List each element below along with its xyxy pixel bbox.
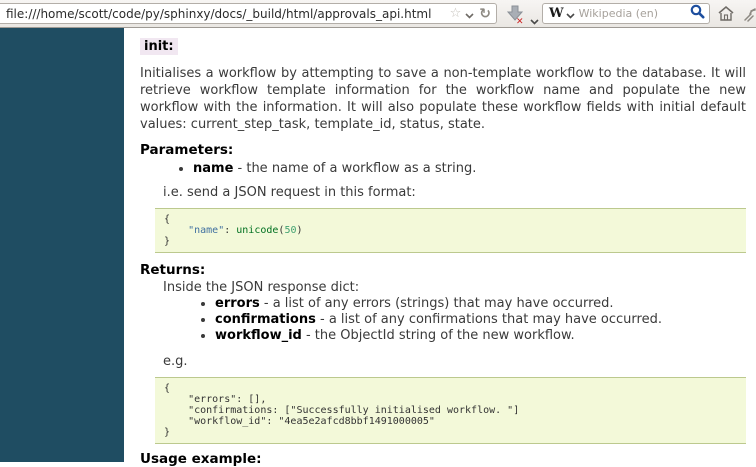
code-number: 50 <box>284 225 297 236</box>
doc-content: init: Initialises a workflow by attempti… <box>140 28 746 467</box>
request-format-note: i.e. send a JSON request in this format: <box>163 185 416 200</box>
code-line: { <box>164 383 171 394</box>
url-text[interactable]: file:///home/scott/code/py/sphinxy/docs/… <box>6 7 448 21</box>
url-dropdown-chevron-icon[interactable] <box>465 4 474 23</box>
parameters-list: name - the name of a workflow as a strin… <box>140 160 746 177</box>
return-desc: - a list of any errors (strings) that ma… <box>259 296 614 311</box>
returns-list: errors - a list of any errors (strings) … <box>140 296 746 344</box>
init-term: init: <box>140 38 178 55</box>
param-desc: - the name of a workflow as a string. <box>233 161 477 176</box>
code-line: } <box>164 236 171 247</box>
return-term: confirmations <box>215 312 316 327</box>
parameters-heading: Parameters: <box>140 142 234 158</box>
returns-lead: Inside the JSON response dict: <box>163 280 360 295</box>
list-item: errors - a list of any errors (strings) … <box>215 296 746 312</box>
returns-heading: Returns: <box>140 262 206 278</box>
search-engine-icon[interactable]: W <box>549 6 564 21</box>
code-line: "confirmations: ["Successfully initialis… <box>164 405 520 416</box>
code-line: { <box>164 214 171 225</box>
search-input[interactable] <box>576 7 690 20</box>
list-item: workflow_id - the ObjectId string of the… <box>215 328 746 344</box>
code-line: } <box>164 427 171 438</box>
magnifier-icon[interactable] <box>690 4 705 23</box>
usage-example-heading: Usage example: <box>140 451 262 467</box>
download-icon[interactable]: ✕ <box>504 3 526 27</box>
return-desc: - the ObjectId string of the new workflo… <box>301 328 575 343</box>
list-item: name - the name of a workflow as a strin… <box>193 160 746 177</box>
eg-label: e.g. <box>163 354 188 369</box>
code-line: "workflow_id": "4ea5e2afcd8bbf1491000005… <box>164 416 435 427</box>
url-bar[interactable]: file:///home/scott/code/py/sphinxy/docs/… <box>0 3 497 24</box>
reload-icon[interactable]: ↻ <box>479 7 491 21</box>
code-block-request: { "name": unicode(50)} <box>155 208 746 253</box>
search-box[interactable]: W <box>542 3 710 24</box>
svg-text:✕: ✕ <box>516 17 524 25</box>
download-dropdown-chevron-icon[interactable] <box>530 10 539 29</box>
home-icon[interactable] <box>717 5 735 26</box>
code-string: "name" <box>188 225 225 236</box>
code-line: "errors": [], <box>164 394 267 405</box>
return-term: workflow_id <box>215 328 302 343</box>
engine-dropdown-chevron-icon[interactable] <box>566 4 575 23</box>
code-block-response: { "errors": [], "confirmations: ["Succes… <box>155 377 746 444</box>
sidebar <box>0 28 124 462</box>
code-sep: : <box>224 225 237 236</box>
browser-toolbar: file:///home/scott/code/py/sphinxy/docs/… <box>0 0 756 28</box>
bookmark-star-icon[interactable]: ☆ <box>450 7 462 20</box>
return-desc: - a list of any confirmations that may h… <box>315 312 662 327</box>
list-item: confirmations - a list of any confirmati… <box>215 312 746 328</box>
plugin-icon[interactable] <box>744 7 756 26</box>
code-paren: ) <box>296 225 303 236</box>
param-term: name <box>193 161 234 176</box>
return-term: errors <box>215 296 260 311</box>
intro-paragraph: Initialises a workflow by attempting to … <box>140 66 746 132</box>
code-builtin: unicode <box>236 225 279 236</box>
